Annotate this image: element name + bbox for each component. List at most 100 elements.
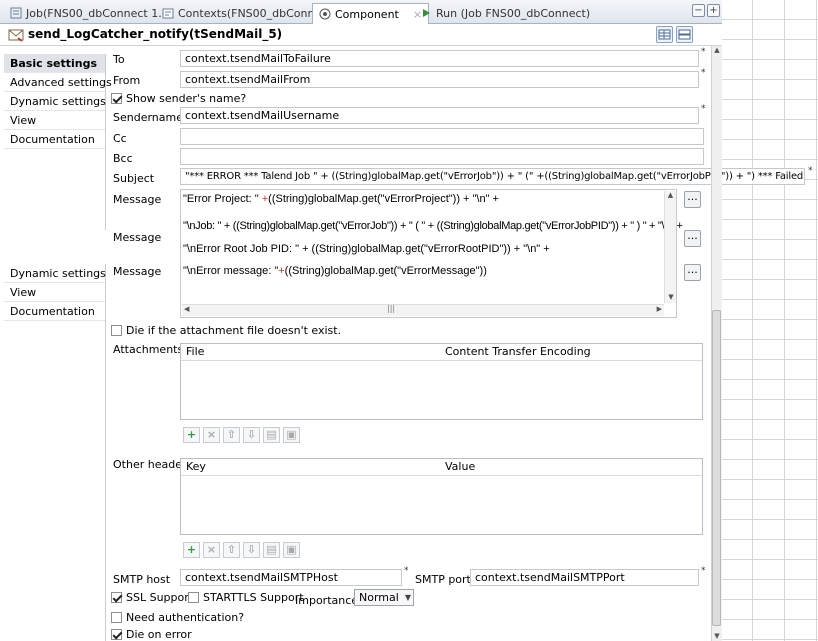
cc-label: Cc <box>113 132 127 145</box>
message-vscroll[interactable]: ▲ ▼ <box>664 191 676 303</box>
die-on-error-checkbox[interactable] <box>111 629 122 640</box>
message-edit-button[interactable]: ... <box>684 191 701 208</box>
run-icon <box>420 7 432 19</box>
message-edit-button-2[interactable]: ... <box>684 230 701 247</box>
bcc-field[interactable] <box>180 148 704 165</box>
contexts-icon <box>162 7 174 19</box>
move-down-icon[interactable]: ⇩ <box>243 542 260 558</box>
add-icon[interactable]: + <box>183 427 200 443</box>
smtp-host-label: SMTP host <box>113 573 171 586</box>
message-hscroll[interactable]: ◀ ||| ▶ <box>182 304 664 316</box>
required-marker: * <box>808 166 813 176</box>
settings-nav-secondary: Dynamic settings View Documentation <box>4 264 106 641</box>
add-icon[interactable]: + <box>183 542 200 558</box>
smtp-port-field[interactable]: context.tsendMailSMTPPort <box>470 569 699 586</box>
other-headers-col-value[interactable]: Value <box>445 459 475 475</box>
other-headers-col-key[interactable]: Key <box>186 459 206 475</box>
message-line-3: "\nError Root Job PID: " + ((String)glob… <box>183 243 550 255</box>
die-attachment-checkbox[interactable] <box>111 325 122 336</box>
nav-dynamic-settings[interactable]: Dynamic settings <box>4 92 106 111</box>
required-marker: * <box>701 104 706 114</box>
remove-icon[interactable]: × <box>203 427 220 443</box>
other-headers-toolbar: + × ⇧ ⇩ ▤ ▣ <box>183 542 303 558</box>
nav-view[interactable]: View <box>4 111 105 130</box>
starttls-checkbox[interactable] <box>188 592 199 603</box>
tab-job[interactable]: Job(FNS00_dbConnect 1.0) <box>4 3 179 23</box>
message-line-4: "\nError message: "+((String)globalMap.g… <box>183 265 487 277</box>
message-label-2: Message <box>113 231 162 244</box>
settings-nav: Basic settings Advanced settings Dynamic… <box>4 54 112 230</box>
attachments-label: Attachments <box>113 343 184 356</box>
show-sender-row: Show sender's name? <box>111 92 246 105</box>
die-on-error-row: Die on error <box>111 628 192 641</box>
die-attachment-label: Die if the attachment file doesn't exist… <box>126 324 342 337</box>
chevron-down-icon: ▼ <box>404 593 411 602</box>
from-field[interactable]: context.tsendMailFrom <box>180 71 699 88</box>
nav-documentation-2[interactable]: Documentation <box>4 302 105 321</box>
message-line-1: "Error Project: " +((String)globalMap.ge… <box>183 193 499 205</box>
show-sender-checkbox[interactable] <box>111 93 122 104</box>
paste-icon[interactable]: ▣ <box>283 542 300 558</box>
bcc-label: Bcc <box>113 152 133 165</box>
other-headers-table[interactable]: Key Value <box>180 458 703 535</box>
ssl-row: SSL Support <box>111 591 193 604</box>
required-marker: * <box>404 566 409 576</box>
tab-run[interactable]: Run (Job FNS00_dbConnect) <box>414 3 596 23</box>
move-down-icon[interactable]: ⇩ <box>243 427 260 443</box>
smtp-port-label: SMTP port <box>415 573 471 586</box>
paste-icon[interactable]: ▣ <box>283 427 300 443</box>
smtp-host-field[interactable]: context.tsendMailSMTPHost <box>180 569 402 586</box>
to-field[interactable]: context.tsendMailToFailure <box>180 50 699 67</box>
message-label: Message <box>113 193 162 206</box>
message-edit-button-3[interactable]: ... <box>684 264 701 281</box>
die-on-error-label: Die on error <box>126 628 192 641</box>
move-up-icon[interactable]: ⇧ <box>223 427 240 443</box>
need-auth-row: Need authentication? <box>111 611 244 624</box>
importance-label: Importance <box>295 594 359 607</box>
component-icon <box>319 8 331 20</box>
form-view-icon[interactable] <box>676 26 693 43</box>
cc-field[interactable] <box>180 128 704 145</box>
importance-select[interactable]: Normal ▼ <box>354 589 414 606</box>
main-vscroll-thumb[interactable] <box>712 310 721 626</box>
tab-component-label: Component <box>335 7 399 21</box>
attachments-col-encoding[interactable]: Content Transfer Encoding <box>445 344 591 360</box>
page-title: send_LogCatcher_notify(tSendMail_5) <box>28 27 283 41</box>
to-label: To <box>113 53 125 66</box>
tab-job-label: Job(FNS00_dbConnect 1.0) <box>26 6 174 20</box>
minimize-icon[interactable]: − <box>692 4 705 17</box>
mail-icon <box>8 28 24 45</box>
move-up-icon[interactable]: ⇧ <box>223 542 240 558</box>
required-marker: * <box>701 566 706 576</box>
ssl-checkbox[interactable] <box>111 592 122 603</box>
tab-component[interactable]: Component × <box>312 3 430 24</box>
remove-icon[interactable]: × <box>203 542 220 558</box>
nav-view-2[interactable]: View <box>4 283 105 302</box>
copy-icon[interactable]: ▤ <box>263 427 280 443</box>
sendername-field[interactable]: context.tsendMailUsername <box>180 107 699 124</box>
attachments-header: File Content Transfer Encoding <box>181 344 702 361</box>
starttls-row: STARTTLS Support <box>188 591 304 604</box>
copy-icon[interactable]: ▤ <box>263 542 280 558</box>
show-sender-label: Show sender's name? <box>126 92 247 105</box>
required-marker: * <box>701 47 706 57</box>
job-icon <box>10 7 22 19</box>
sendername-label: Sendername <box>113 111 183 124</box>
nav-advanced-settings[interactable]: Advanced settings <box>4 73 112 92</box>
ssl-label: SSL Support <box>126 591 194 604</box>
table-view-icon[interactable] <box>656 26 673 43</box>
nav-dynamic-settings-2[interactable]: Dynamic settings <box>4 264 106 283</box>
starttls-label: STARTTLS Support <box>203 591 304 604</box>
attachments-table[interactable]: File Content Transfer Encoding <box>180 343 703 420</box>
other-headers-header: Key Value <box>181 459 702 476</box>
message-label-3: Message <box>113 265 162 278</box>
need-auth-checkbox[interactable] <box>111 612 122 623</box>
required-marker: * <box>701 68 706 78</box>
attachments-col-file[interactable]: File <box>186 344 204 360</box>
message-textarea[interactable]: "Error Project: " +((String)globalMap.ge… <box>180 189 683 318</box>
maximize-icon[interactable]: + <box>707 4 720 17</box>
background-grid <box>722 0 818 641</box>
nav-basic-settings[interactable]: Basic settings <box>4 54 105 73</box>
nav-documentation[interactable]: Documentation <box>4 130 105 149</box>
die-attachment-row: Die if the attachment file doesn't exist… <box>111 324 341 337</box>
